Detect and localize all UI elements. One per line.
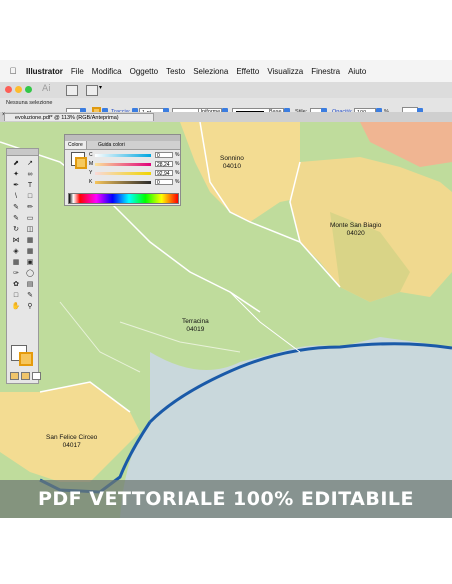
document-tab[interactable]: evoluzione.pdf* @ 113% (RGB/Anteprima) [4,113,154,121]
place-code: 04010 [222,163,241,170]
place-label-sonnino: Sonnino 04010 [220,155,244,171]
place-label-monte-san-biagio: Monte San Biagio 04020 [330,222,381,238]
scale-tool-icon[interactable]: ◫ [23,224,37,235]
promo-banner-text: PDF VETTORIALE 100% EDITABILE [37,488,415,510]
color-mode-buttons [10,372,41,380]
perspective-grid-tool-icon[interactable]: ▦ [23,246,37,257]
place-name: San Felice Circeo [46,434,98,441]
channel-unit: % [175,161,180,167]
channel-label: K [89,179,93,185]
channel-m-row: M 28,24 % [85,161,179,168]
channel-m-slider[interactable] [95,163,151,166]
magic-wand-tool-icon[interactable]: ✦ [9,169,23,180]
tools-panel: ⬈ ↗ ✦ ∞ ✒ T \ □ ✎ ✏ ✎ ▭ ↻ ◫ ⋈ ▦ ◈ ▦ ▦ ▣ … [6,148,41,384]
zoom-window-button[interactable] [25,86,32,93]
place-name: Sonnino [220,155,244,162]
menu-app-name[interactable]: Illustrator [22,67,67,76]
channel-unit: % [175,179,180,185]
channel-y-slider[interactable] [95,172,151,175]
selection-status: Nessuna selezione [6,100,53,106]
column-graph-tool-icon[interactable]: ▤ [23,279,37,290]
application-bar: Ai ▾ [0,82,452,99]
arrange-documents-icon[interactable] [86,85,98,96]
chevron-down-icon[interactable]: ▾ [99,84,102,91]
tab-colore[interactable]: Colore [65,141,87,149]
channel-k-slider[interactable] [95,181,151,184]
menu-testo[interactable]: Testo [162,67,189,76]
stroke-color-box[interactable] [19,352,33,366]
eyedropper-tool-icon[interactable]: ✑ [9,268,23,279]
channel-y-row: Y 92,94 % [85,170,179,177]
tab-guida-colori[interactable]: Guida colori [95,141,128,149]
shape-builder-tool-icon[interactable]: ◈ [9,246,23,257]
menu-oggetto[interactable]: Oggetto [126,67,162,76]
menu-seleziona[interactable]: Seleziona [189,67,232,76]
gradient-tool-icon[interactable]: ▣ [23,257,37,268]
channel-c-field[interactable]: 0 [155,152,173,159]
symbol-sprayer-tool-icon[interactable]: ✿ [9,279,23,290]
color-panel: Colore Guida colori C 0 % M 28,24 % Y 92… [64,134,181,206]
line-tool-icon[interactable]: \ [9,191,23,202]
menu-finestra[interactable]: Finestra [307,67,344,76]
app-screenshot:  Illustrator File Modifica Oggetto Test… [0,60,452,518]
artboard-tool-icon[interactable]: □ [9,290,23,301]
zoom-tool-icon[interactable]: ⚲ [23,301,37,312]
channel-c-slider[interactable] [95,154,151,157]
illustrator-logo: Ai [42,84,51,94]
place-code: 04020 [346,230,365,237]
rectangle-tool-icon[interactable]: □ [23,191,37,202]
type-tool-icon[interactable]: T [23,180,37,191]
place-name: Monte San Biagio [330,222,382,229]
hand-tool-icon[interactable]: ✋ [9,301,23,312]
pen-tool-icon[interactable]: ✒ [9,180,23,191]
promo-banner: PDF VETTORIALE 100% EDITABILE [0,480,452,518]
place-label-terracina: Terracina 04019 [182,318,209,334]
free-transform-tool-icon[interactable]: ▦ [23,235,37,246]
channel-label: M [89,161,94,167]
close-window-button[interactable] [5,86,12,93]
place-label-san-felice-circeo: San Felice Circeo 04017 [46,434,97,450]
menu-bar:  Illustrator File Modifica Oggetto Test… [0,60,452,83]
menu-aiuto[interactable]: Aiuto [344,67,370,76]
channel-m-field[interactable]: 28,24 [155,161,173,168]
channel-label: Y [89,170,93,176]
bridge-icon[interactable] [66,85,78,96]
channel-y-field[interactable]: 92,94 [155,170,173,177]
menu-effetto[interactable]: Effetto [232,67,263,76]
minimize-window-button[interactable] [15,86,22,93]
menu-file[interactable]: File [67,67,88,76]
place-code: 04017 [62,442,81,449]
color-mode-icon[interactable] [10,372,19,380]
place-name: Terracina [182,318,209,325]
rotate-tool-icon[interactable]: ↻ [9,224,23,235]
menu-visualizza[interactable]: Visualizza [263,67,307,76]
channel-label: C [89,152,93,158]
blend-tool-icon[interactable]: ◯ [23,268,37,279]
selection-tool-icon[interactable]: ⬈ [9,158,23,169]
color-panel-tabs: Colore Guida colori [65,141,180,150]
channel-k-field[interactable]: 0 [155,179,173,186]
eraser-tool-icon[interactable]: ▭ [23,213,37,224]
channel-k-row: K 0 % [85,179,179,186]
menu-modifica[interactable]: Modifica [88,67,126,76]
channel-unit: % [175,170,180,176]
channel-c-row: C 0 % [85,152,179,159]
color-spectrum-bar[interactable] [68,193,179,204]
width-tool-icon[interactable]: ⋈ [9,235,23,246]
slice-tool-icon[interactable]: ✎ [23,290,37,301]
lasso-tool-icon[interactable]: ∞ [23,169,37,180]
direct-selection-tool-icon[interactable]: ↗ [23,158,37,169]
mesh-tool-icon[interactable]: ▦ [9,257,23,268]
none-mode-icon[interactable] [32,372,41,380]
apple-menu-icon[interactable]:  [4,66,22,76]
blob-brush-tool-icon[interactable]: ✎ [9,213,23,224]
paintbrush-tool-icon[interactable]: ✎ [9,202,23,213]
tools-panel-header[interactable] [7,149,38,156]
tool-grid: ⬈ ↗ ✦ ∞ ✒ T \ □ ✎ ✏ ✎ ▭ ↻ ◫ ⋈ ▦ ◈ ▦ ▦ ▣ … [9,158,37,312]
pencil-tool-icon[interactable]: ✏ [23,202,37,213]
gradient-mode-icon[interactable] [21,372,30,380]
place-code: 04019 [186,326,205,333]
channel-unit: % [175,152,180,158]
